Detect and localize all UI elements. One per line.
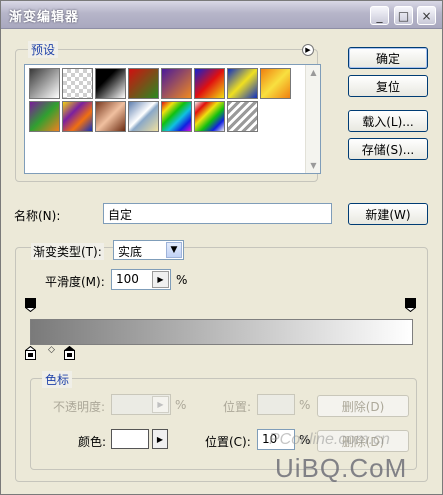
smoothness-unit: % [176, 273, 188, 287]
gradient-type-select[interactable]: 实底 ▼ [113, 240, 184, 260]
gradient-editor-window: 渐变编辑器 _ □ × 预设 ▶ ▲ ▼ 确定 复位 载入(L)... 存储(S… [0, 0, 443, 495]
opacity-stop-left-icon[interactable] [25, 298, 36, 312]
preset-swatch[interactable] [161, 68, 192, 99]
preset-swatch[interactable] [29, 101, 60, 132]
smoothness-label: 平滑度(M): [45, 275, 105, 289]
gradient-type-label: 渐变类型(T): [31, 243, 104, 260]
smoothness-value: 100 [116, 272, 139, 286]
preset-swatch[interactable] [194, 101, 225, 132]
load-button[interactable]: 载入(L)... [348, 110, 428, 132]
opacity-location-input[interactable] [257, 394, 295, 415]
preset-swatch[interactable] [128, 68, 159, 99]
delete-opacity-stop-button[interactable]: 删除(D) [317, 395, 409, 417]
color-location-label: 位置(C): [205, 435, 251, 449]
minimize-icon: _ [376, 8, 383, 23]
watermark-top: PConline.com.cn [269, 431, 390, 448]
preset-swatch[interactable] [227, 101, 258, 132]
color-stops-legend: 色标 [42, 371, 73, 388]
smoothness-input[interactable]: 100 ▶ [111, 269, 171, 290]
watermark-bottom: UiBQ.CoM [275, 453, 408, 483]
opacity-location-unit: % [299, 398, 311, 412]
gradient-preview-bar[interactable] [30, 319, 413, 345]
gradient-type-value: 实底 [118, 245, 143, 259]
smoothness-slider-arrow-icon[interactable]: ▶ [152, 271, 169, 288]
window-title: 渐变编辑器 [9, 10, 80, 25]
preset-swatch[interactable] [227, 68, 258, 99]
preset-swatch[interactable] [95, 68, 126, 99]
title-bar[interactable]: 渐变编辑器 _ □ × [1, 1, 442, 29]
color-stop-selected-icon[interactable] [64, 346, 75, 360]
opacity-slider-arrow-icon[interactable]: ▶ [152, 396, 169, 413]
opacity-unit: % [175, 398, 187, 412]
presets-menu-button[interactable]: ▶ [302, 44, 314, 56]
opacity-label: 不透明度: [53, 400, 106, 414]
preset-swatch[interactable] [95, 101, 126, 132]
save-button[interactable]: 存储(S)... [348, 138, 428, 160]
opacity-input[interactable]: ▶ [111, 394, 171, 415]
minimize-button[interactable]: _ [370, 6, 389, 25]
midpoint-diamond-icon[interactable]: ◇ [48, 345, 55, 355]
preset-swatch[interactable] [62, 101, 93, 132]
preset-swatch[interactable] [194, 68, 225, 99]
color-label: 颜色: [78, 435, 107, 449]
preset-swatch[interactable] [260, 68, 291, 99]
name-label: 名称(N): [14, 209, 61, 223]
opacity-location-label: 位置: [223, 400, 252, 414]
scroll-down-icon[interactable]: ▼ [306, 158, 321, 173]
maximize-button[interactable]: □ [394, 6, 413, 25]
opacity-stop-right-icon[interactable] [405, 298, 416, 312]
reset-button[interactable]: 复位 [348, 75, 428, 97]
color-menu-arrow-icon[interactable]: ▶ [152, 429, 168, 449]
close-icon: × [421, 8, 432, 23]
preset-swatch[interactable] [128, 101, 159, 132]
ok-button[interactable]: 确定 [348, 47, 428, 69]
scroll-up-icon[interactable]: ▲ [306, 65, 321, 80]
chevron-down-icon[interactable]: ▼ [166, 242, 182, 258]
play-arrow-icon: ▶ [305, 46, 311, 54]
maximize-icon: □ [397, 8, 410, 23]
close-button[interactable]: × [417, 6, 436, 25]
color-stop-left-icon[interactable] [25, 346, 36, 360]
preset-swatch[interactable] [29, 68, 60, 99]
new-button[interactable]: 新建(W) [348, 203, 428, 225]
name-input[interactable]: 自定 [103, 203, 332, 224]
preset-swatch[interactable] [62, 68, 93, 99]
presets-legend: 预设 [28, 41, 59, 58]
color-swatch[interactable] [111, 429, 149, 449]
preset-swatch[interactable] [161, 101, 192, 132]
preset-swatch-list: ▲ ▼ [24, 64, 321, 174]
preset-scrollbar[interactable]: ▲ ▼ [305, 65, 320, 173]
